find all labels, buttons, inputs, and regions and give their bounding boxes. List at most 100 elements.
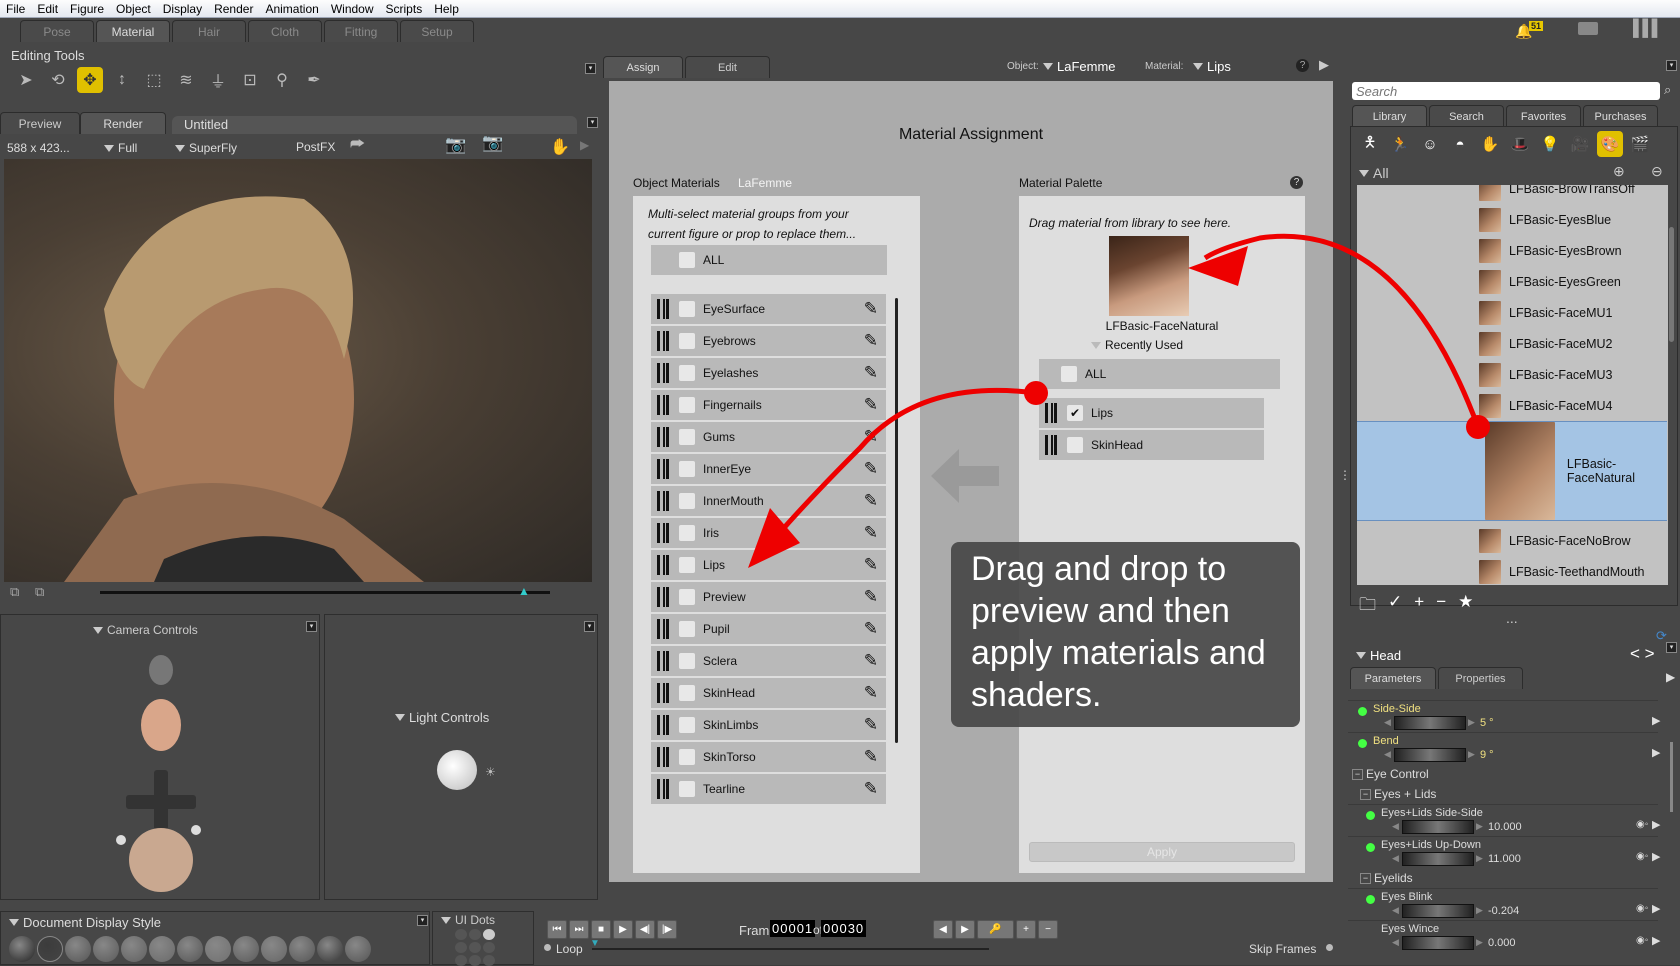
hands-icon[interactable]: ✋ [1477,131,1503,157]
checkbox[interactable]: ✔ [1067,405,1083,421]
zoom-icon[interactable]: ⚲ [269,67,295,93]
face-icon[interactable]: ☺ [1417,131,1443,157]
pose-icon[interactable]: 🏃 [1387,131,1413,157]
display-style-menu-button[interactable]: ▾ [417,915,428,926]
menu-window[interactable]: Window [325,2,380,16]
edit-icon[interactable]: ✎ [864,779,878,799]
light-sphere[interactable] [437,750,477,790]
library-tab-search[interactable]: Search [1429,105,1504,127]
pane-menu-button[interactable]: ▾ [585,63,596,74]
render-mode-dropdown[interactable]: Full [104,141,137,155]
apply-button[interactable]: Apply [1029,842,1295,862]
keyframe-icon[interactable]: ◉◦ [1636,819,1648,830]
step-forward-button[interactable]: |▶ [657,920,677,939]
edit-icon[interactable]: ✎ [864,715,878,735]
scene-icon[interactable]: 🎬 [1627,131,1653,157]
menu-scripts[interactable]: Scripts [380,2,429,16]
light-controls-header[interactable]: Light Controls [395,710,489,725]
object-material-row[interactable]: Gums ✎ [651,422,886,452]
options-arrow-icon[interactable]: ▶ [1652,902,1660,915]
object-material-row[interactable]: SkinHead ✎ [651,678,886,708]
prev-key-button[interactable]: ◀ [933,920,953,939]
library-item[interactable]: LFBasic-FaceMU4 [1357,390,1667,421]
notifications[interactable]: 🔔 51 [1515,21,1545,41]
tab-edit[interactable]: Edit [685,56,770,78]
library-item[interactable]: LFBasic-BrowTransOff [1357,185,1667,204]
object-material-row[interactable]: SkinLimbs ✎ [651,710,886,740]
parameter-group[interactable]: − Eyes + Lids [1360,784,1436,804]
parameter-group[interactable]: − Eye Control [1352,764,1429,784]
decrement-icon[interactable]: ◀ [1392,937,1399,948]
tab-properties[interactable]: Properties [1438,667,1523,689]
add-folder-icon[interactable]: 🗀 [1359,592,1376,621]
display-style-swatch[interactable] [317,936,343,962]
tab-render[interactable]: Render [80,112,166,134]
layer-icon[interactable]: ⧉ [10,584,19,600]
checkbox[interactable] [679,525,695,541]
light-menu-button[interactable]: ▾ [584,621,595,632]
checkbox[interactable] [679,589,695,605]
content-library-icon[interactable]: ▌▌▌ [1633,20,1663,38]
library-item[interactable]: LFBasic-FaceNoBrow [1357,525,1667,556]
library-tab-favorites[interactable]: Favorites [1506,105,1581,127]
increment-icon[interactable]: ▶ [1476,905,1483,916]
camera-controls-header[interactable]: Camera Controls [93,623,198,637]
display-style-swatch[interactable] [65,936,91,962]
checkbox[interactable] [679,685,695,701]
decrement-icon[interactable]: ◀ [1384,749,1391,760]
parameter-row[interactable]: Eyes Wince ◀ ▶ 0.000 ◉◦ ▶ [1348,920,1660,952]
edit-icon[interactable]: ✎ [864,619,878,639]
display-style-swatch[interactable] [149,936,175,962]
search-icon[interactable]: ⌕ [1664,82,1671,98]
object-material-row[interactable]: Iris ✎ [651,518,886,548]
edit-icon[interactable]: ✎ [864,587,878,607]
object-material-row[interactable]: Eyebrows ✎ [651,326,886,356]
parameter-group[interactable]: − Eyelids [1360,868,1413,888]
star-icon[interactable]: ★ [1458,592,1473,621]
parameter-value[interactable]: 10.000 [1488,821,1522,833]
parameters-scrollbar[interactable] [1670,742,1673,812]
palette-material-row[interactable]: ✔ Lips [1039,398,1264,428]
menu-file[interactable]: File [0,2,31,16]
parameter-value[interactable]: 0.000 [1488,937,1516,949]
eyedropper-icon[interactable]: ✒ [301,67,327,93]
remove-library-icon[interactable]: ⊖ [1651,163,1663,180]
drag-handle-icon[interactable] [657,363,669,383]
object-material-row[interactable]: EyeSurface ✎ [651,294,886,324]
go-to-end-button[interactable]: ⏭ [569,920,589,939]
drag-handle-icon[interactable] [1045,435,1057,455]
list-scrollbar[interactable] [895,298,898,743]
prev-next-node-icon[interactable]: < > [1630,644,1655,664]
viewport-menu-button[interactable]: ▾ [587,117,598,128]
drag-handle-icon[interactable] [657,651,669,671]
checkbox[interactable] [679,653,695,669]
room-tab-hair[interactable]: Hair [172,20,246,42]
expand-arrow-icon[interactable]: ▶ [1319,57,1329,73]
checkbox[interactable] [679,301,695,317]
object-material-row[interactable]: SkinTorso ✎ [651,742,886,772]
options-arrow-icon[interactable]: ▶ [1652,746,1660,759]
expand-arrow-icon[interactable]: ▶ [580,138,589,152]
library-item[interactable]: LFBasic-EyesBrown [1357,235,1667,266]
skip-frames-toggle[interactable] [1326,944,1333,951]
camera-menu-button[interactable]: ▾ [306,621,317,632]
checkbox[interactable] [679,749,695,765]
room-tab-cloth[interactable]: Cloth [248,20,322,42]
options-arrow-icon[interactable]: ▶ [1652,850,1660,863]
hand-icon[interactable]: ✋ [550,137,570,157]
chain-edit-icon[interactable]: ⊡ [237,67,263,93]
checkbox[interactable] [679,621,695,637]
library-item[interactable]: LFBasic-TeethandMouth [1357,556,1667,585]
library-item[interactable]: LFBasic-EyesGreen [1357,266,1667,297]
edit-icon[interactable]: ✎ [864,331,878,351]
library-item[interactable]: LFBasic-FaceMU3 [1357,359,1667,390]
palette-help-icon[interactable]: ? [1290,176,1303,189]
parameter-row[interactable]: Bend ◀ ▶ 9 ° ▶ [1348,732,1660,764]
tab-assign[interactable]: Assign [603,56,683,78]
timeline-marker-icon[interactable]: ▼ [590,938,600,949]
material-dropdown[interactable]: Lips [1193,59,1231,74]
library-item[interactable]: LFBasic-FaceMU1 [1357,297,1667,328]
checkbox[interactable] [679,397,695,413]
remove-key-button[interactable]: − [1038,920,1058,939]
edit-icon[interactable]: ✎ [864,555,878,575]
